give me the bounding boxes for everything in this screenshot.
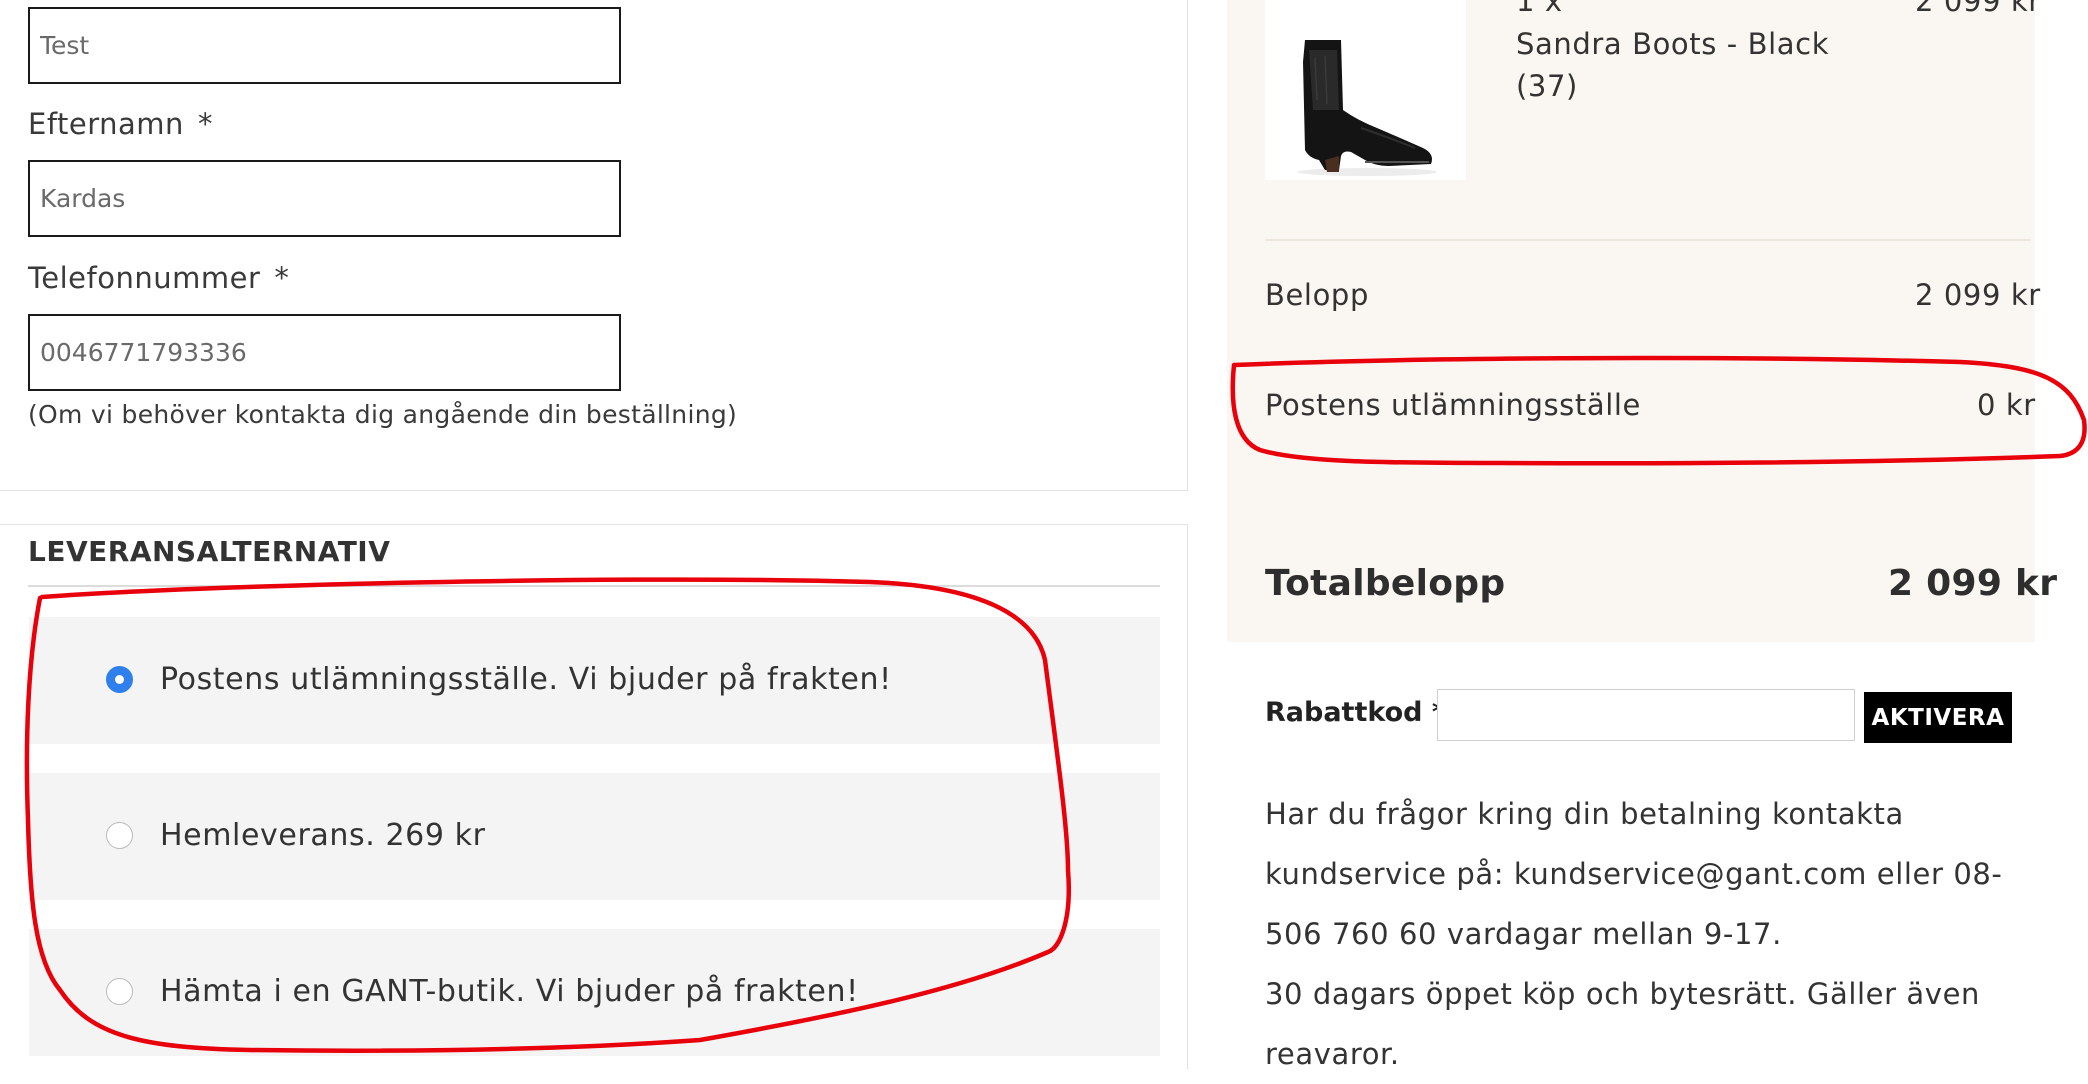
delivery-option-store-pickup[interactable]: Hämta i en GANT-butik. Vi bjuder på frak… <box>29 929 1160 1056</box>
discount-code-label: Rabattkod * <box>1265 697 1446 728</box>
delivery-heading-divider <box>28 585 1160 587</box>
subtotal-label: Belopp <box>1265 278 1369 312</box>
phone-input[interactable] <box>28 314 621 391</box>
boot-icon <box>1297 40 1437 176</box>
item-price: 2 099 kr <box>1915 0 2041 18</box>
discount-code-input[interactable] <box>1437 689 1855 741</box>
last-name-label-text: Efternamn <box>28 107 184 141</box>
item-quantity: 1 x <box>1516 0 1563 18</box>
delivery-option-label: Postens utlämningsställe. Vi bjuder på f… <box>160 661 892 697</box>
phone-label: Telefonnummer * <box>28 261 289 295</box>
last-name-label: Efternamn * <box>28 107 213 141</box>
required-marker: * <box>197 107 213 141</box>
radio-selected-icon[interactable] <box>106 665 133 693</box>
last-name-input[interactable] <box>28 160 621 237</box>
phone-note: (Om vi behöver kontakta dig angående din… <box>28 400 738 429</box>
delivery-option-home-delivery[interactable]: Hemleverans. 269 kr <box>29 773 1160 900</box>
activate-discount-button[interactable]: AKTIVERA <box>1864 692 2012 743</box>
info-text: Har du frågor kring din betalning kontak… <box>1265 784 2025 1084</box>
summary-divider <box>1265 239 2031 241</box>
delivery-heading: LEVERANSALTERNATIV <box>28 535 391 568</box>
first-name-input[interactable] <box>28 7 621 84</box>
delivery-option-post-pickup[interactable]: Postens utlämningsställe. Vi bjuder på f… <box>29 617 1160 744</box>
radio-unselected-icon[interactable] <box>106 821 133 849</box>
shipping-value: 0 kr <box>1977 388 2036 422</box>
item-name: Sandra Boots - Black <box>1516 27 1830 61</box>
total-label: Totalbelopp <box>1265 563 1506 604</box>
required-marker: * <box>274 261 290 295</box>
delivery-option-label: Hämta i en GANT-butik. Vi bjuder på frak… <box>160 973 859 1009</box>
payment-contact-text: Har du frågor kring din betalning kontak… <box>1265 797 2003 951</box>
return-policy-text: 30 dagars öppet köp och bytesrätt. Gälle… <box>1265 977 1980 1071</box>
total-value: 2 099 kr <box>1888 563 2058 604</box>
phone-label-text: Telefonnummer <box>28 261 261 295</box>
item-size: (37) <box>1516 69 1578 103</box>
radio-unselected-icon[interactable] <box>106 977 133 1005</box>
product-image <box>1265 0 1466 180</box>
shipping-label: Postens utlämningsställe <box>1265 388 1641 422</box>
delivery-option-label: Hemleverans. 269 kr <box>160 817 486 853</box>
subtotal-value: 2 099 kr <box>1915 278 2041 312</box>
